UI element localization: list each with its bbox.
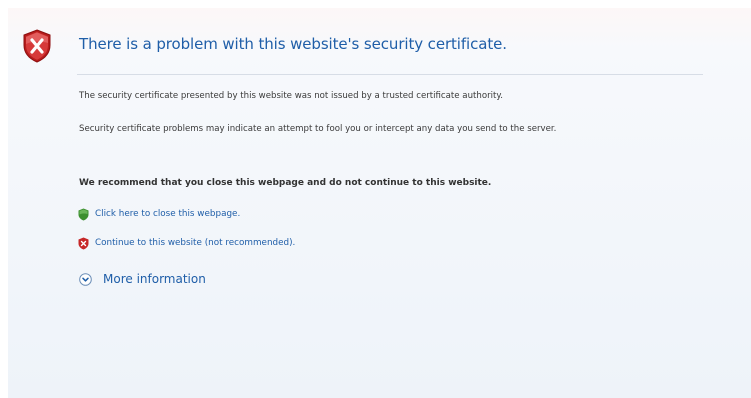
error-shield-icon bbox=[23, 29, 51, 63]
certificate-error-page: There is a problem with this website's s… bbox=[0, 0, 751, 398]
continue-website-link[interactable]: Continue to this website (not recommende… bbox=[78, 236, 295, 250]
content-panel bbox=[8, 8, 751, 398]
red-shield-icon bbox=[78, 237, 89, 249]
security-warning-text: Security certificate problems may indica… bbox=[79, 124, 557, 134]
more-information-label[interactable]: More information bbox=[103, 272, 206, 286]
close-webpage-label[interactable]: Click here to close this webpage. bbox=[95, 209, 240, 219]
continue-website-label[interactable]: Continue to this website (not recommende… bbox=[95, 238, 295, 248]
page-title: There is a problem with this website's s… bbox=[79, 35, 507, 53]
untrusted-authority-text: The security certificate presented by th… bbox=[79, 91, 503, 101]
recommendation-text: We recommend that you close this webpage… bbox=[79, 178, 492, 188]
expand-chevron-icon bbox=[79, 272, 92, 286]
close-webpage-link[interactable]: Click here to close this webpage. bbox=[78, 207, 240, 221]
more-information-toggle[interactable]: More information bbox=[79, 270, 206, 288]
green-shield-icon bbox=[78, 208, 89, 220]
title-divider bbox=[77, 74, 703, 75]
